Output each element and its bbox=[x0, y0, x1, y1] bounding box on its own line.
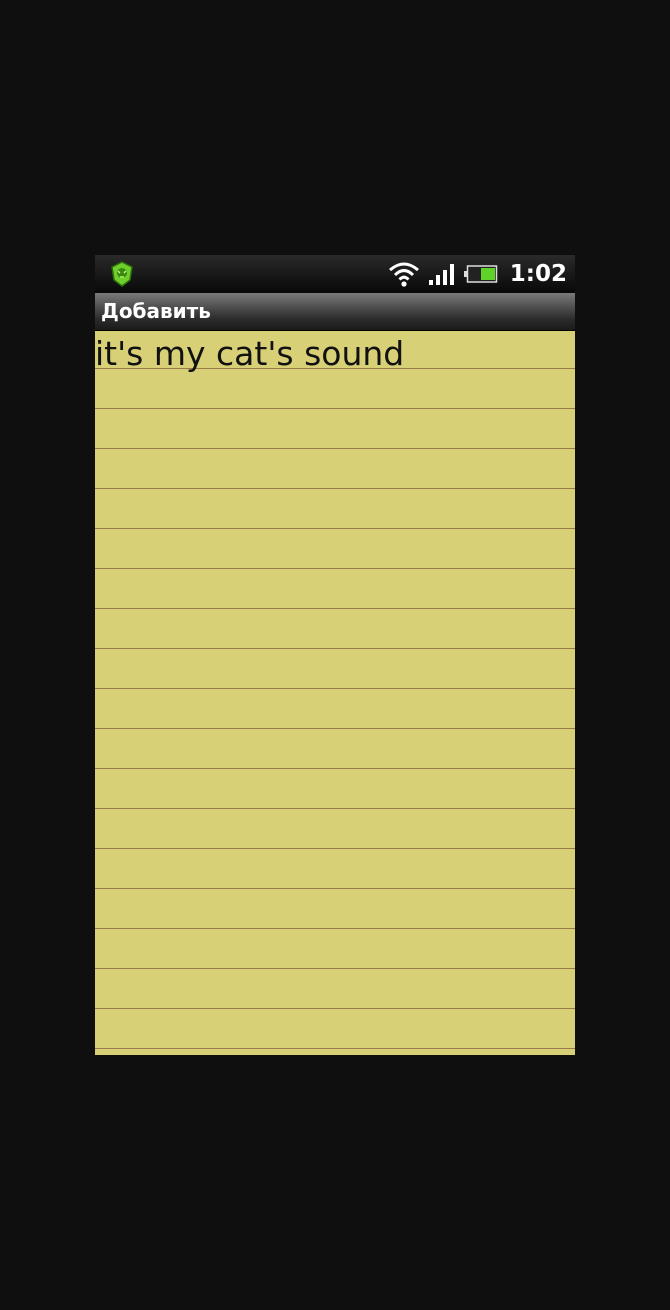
battery-icon bbox=[463, 265, 498, 283]
status-time: 1:02 bbox=[509, 261, 567, 287]
wifi-icon bbox=[388, 262, 419, 287]
lion-shield-icon bbox=[111, 261, 133, 287]
page-title: Добавить bbox=[101, 299, 211, 323]
phone-screen: 1:02 Добавить it's my cat's sound bbox=[95, 255, 575, 1055]
status-bar: 1:02 bbox=[95, 255, 575, 293]
status-indicators: 1:02 bbox=[388, 255, 567, 293]
signal-bars-icon bbox=[428, 264, 454, 285]
note-editor[interactable]: it's my cat's sound bbox=[95, 331, 575, 1055]
title-bar: Добавить bbox=[95, 293, 575, 331]
note-text[interactable]: it's my cat's sound bbox=[95, 334, 404, 374]
